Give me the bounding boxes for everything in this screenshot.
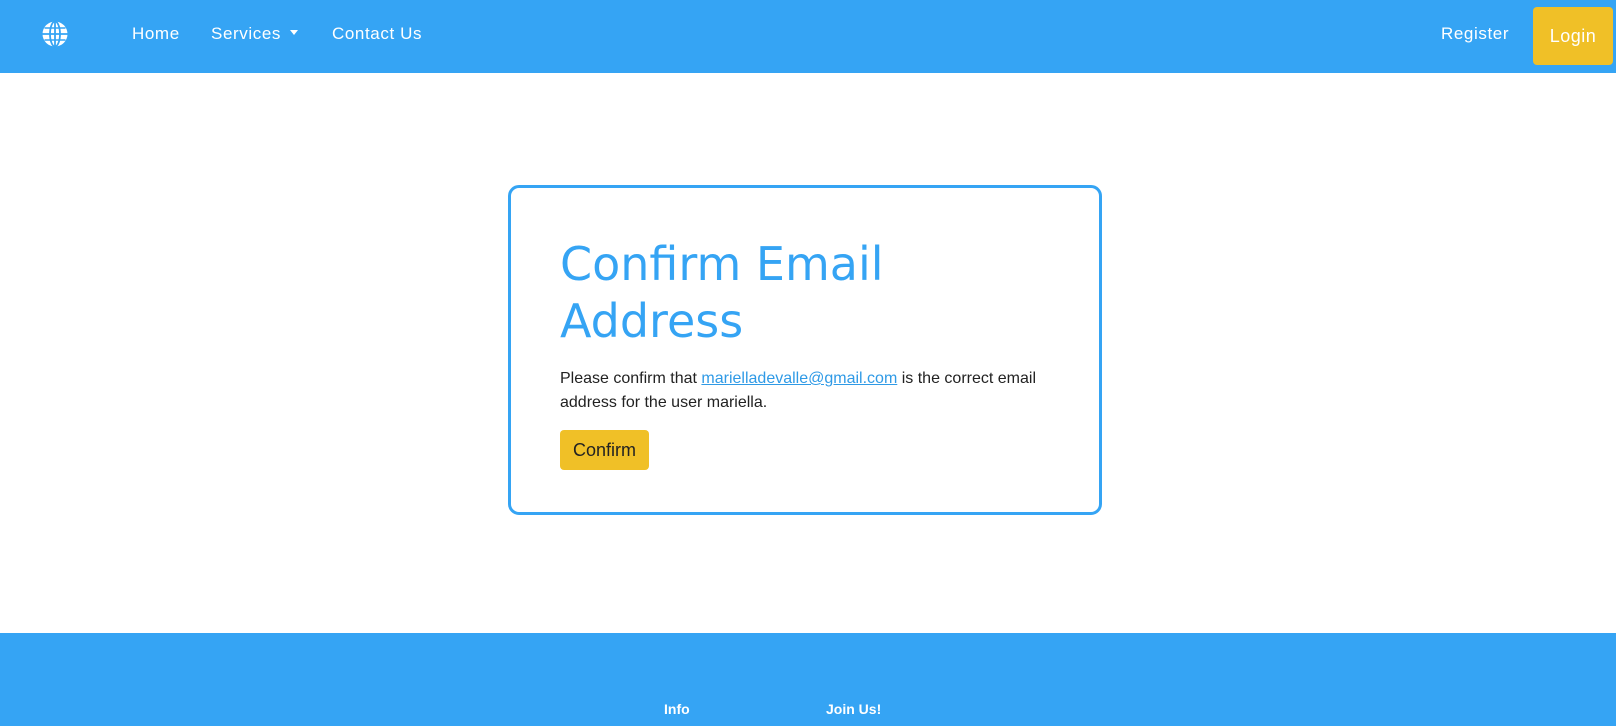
- nav-services-label: Services: [211, 24, 281, 43]
- confirm-email-card: Confirm Email Address Please confirm tha…: [508, 185, 1102, 515]
- confirm-message: Please confirm that marielladevalle@gmai…: [560, 367, 1060, 415]
- caret-down-icon: [290, 30, 298, 35]
- globe-icon[interactable]: [40, 19, 70, 49]
- nav-contact-link[interactable]: Contact Us: [332, 24, 422, 44]
- top-navbar: Home Services Contact Us Register Login: [0, 0, 1616, 73]
- message-prefix: Please confirm that: [560, 370, 702, 387]
- footer-info-heading: Info: [664, 701, 690, 717]
- email-link[interactable]: marielladevalle@gmail.com: [701, 370, 897, 387]
- page-title: Confirm Email Address: [560, 237, 884, 348]
- nav-home-link[interactable]: Home: [132, 24, 180, 44]
- footer: Info Join Us!: [0, 633, 1616, 726]
- register-link[interactable]: Register: [1441, 24, 1509, 44]
- nav-services-dropdown[interactable]: Services: [211, 24, 298, 44]
- confirm-button[interactable]: Confirm: [560, 430, 649, 470]
- login-button[interactable]: Login: [1533, 7, 1613, 65]
- footer-join-heading: Join Us!: [826, 701, 882, 717]
